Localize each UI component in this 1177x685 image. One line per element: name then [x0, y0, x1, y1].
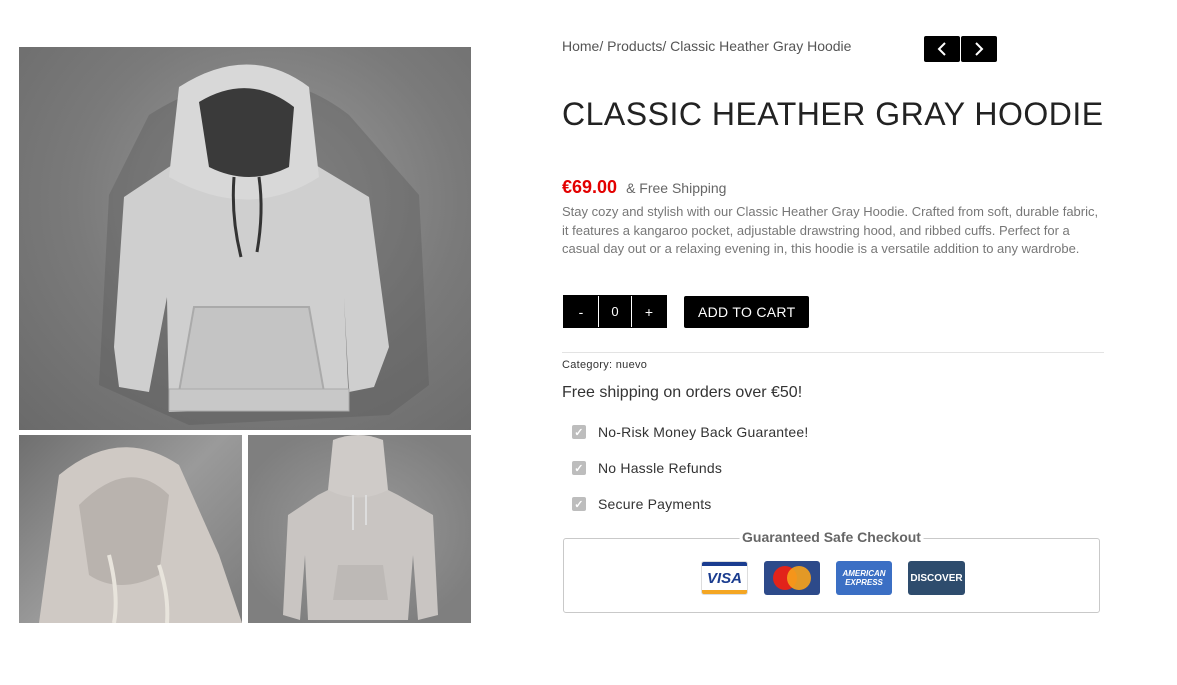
mastercard-icon — [764, 561, 820, 595]
category-link[interactable]: nuevo — [616, 359, 647, 371]
price-row: €69.00 & Free Shipping — [562, 177, 726, 198]
mastercard-logo — [773, 566, 811, 590]
visa-icon: VISA — [701, 561, 748, 595]
hoodie-front-image — [99, 64, 429, 425]
product-title: CLASSIC HEATHER GRAY HOODIE — [562, 96, 1104, 132]
thumbnail-hood-detail[interactable] — [19, 435, 242, 623]
product-description: Stay cozy and stylish with our Classic H… — [562, 204, 1099, 257]
discover-icon: DISCOVER — [908, 561, 965, 595]
product-gallery — [19, 47, 471, 623]
feature-item: ✓ Secure Payments — [572, 486, 808, 522]
feature-list: ✓ No-Risk Money Back Guarantee! ✓ No Has… — [572, 414, 808, 522]
feature-item: ✓ No Hassle Refunds — [572, 450, 808, 486]
checkbox-icon: ✓ — [572, 497, 586, 511]
chevron-left-icon — [937, 42, 946, 56]
breadcrumb[interactable]: Home/ Products/ Classic Heather Gray Hoo… — [562, 38, 851, 54]
divider — [562, 352, 1104, 353]
main-product-image[interactable] — [19, 47, 471, 430]
feature-item: ✓ No-Risk Money Back Guarantee! — [572, 414, 808, 450]
quantity-input[interactable]: 0 — [598, 296, 632, 327]
add-to-cart-button[interactable]: ADD TO CART — [684, 295, 810, 328]
product-nav — [924, 36, 997, 62]
checkbox-icon: ✓ — [572, 425, 586, 439]
safe-checkout-box: Guaranteed Safe Checkout VISA AMERICAN E… — [563, 529, 1100, 613]
prev-product-button[interactable] — [924, 36, 960, 62]
increment-button[interactable]: + — [632, 296, 666, 327]
shipping-note: & Free Shipping — [626, 180, 727, 196]
next-product-button[interactable] — [961, 36, 997, 62]
free-shipping-text: Free shipping on orders over €50! — [562, 384, 803, 401]
safe-checkout-title: Guaranteed Safe Checkout — [739, 529, 924, 545]
feature-label: No-Risk Money Back Guarantee! — [598, 424, 809, 440]
amex-icon: AMERICAN EXPRESS — [836, 561, 892, 595]
cart-controls: - 0 + ADD TO CART — [563, 295, 810, 328]
feature-label: Secure Payments — [598, 496, 712, 512]
product-price: €69.00 — [562, 177, 618, 197]
checkbox-icon: ✓ — [572, 461, 586, 475]
payment-cards: VISA AMERICAN EXPRESS DISCOVER — [701, 561, 965, 595]
hoodie-hood-image — [39, 447, 242, 623]
thumbnail-full-hoodie[interactable] — [248, 435, 471, 623]
hoodie-flat-image — [283, 435, 438, 620]
decrement-button[interactable]: - — [564, 296, 598, 327]
chevron-right-icon — [975, 42, 984, 56]
feature-label: No Hassle Refunds — [598, 460, 723, 476]
category-meta: Category: nuevo — [562, 359, 647, 371]
quantity-stepper: - 0 + — [563, 295, 667, 328]
category-label: Category: — [562, 359, 613, 371]
